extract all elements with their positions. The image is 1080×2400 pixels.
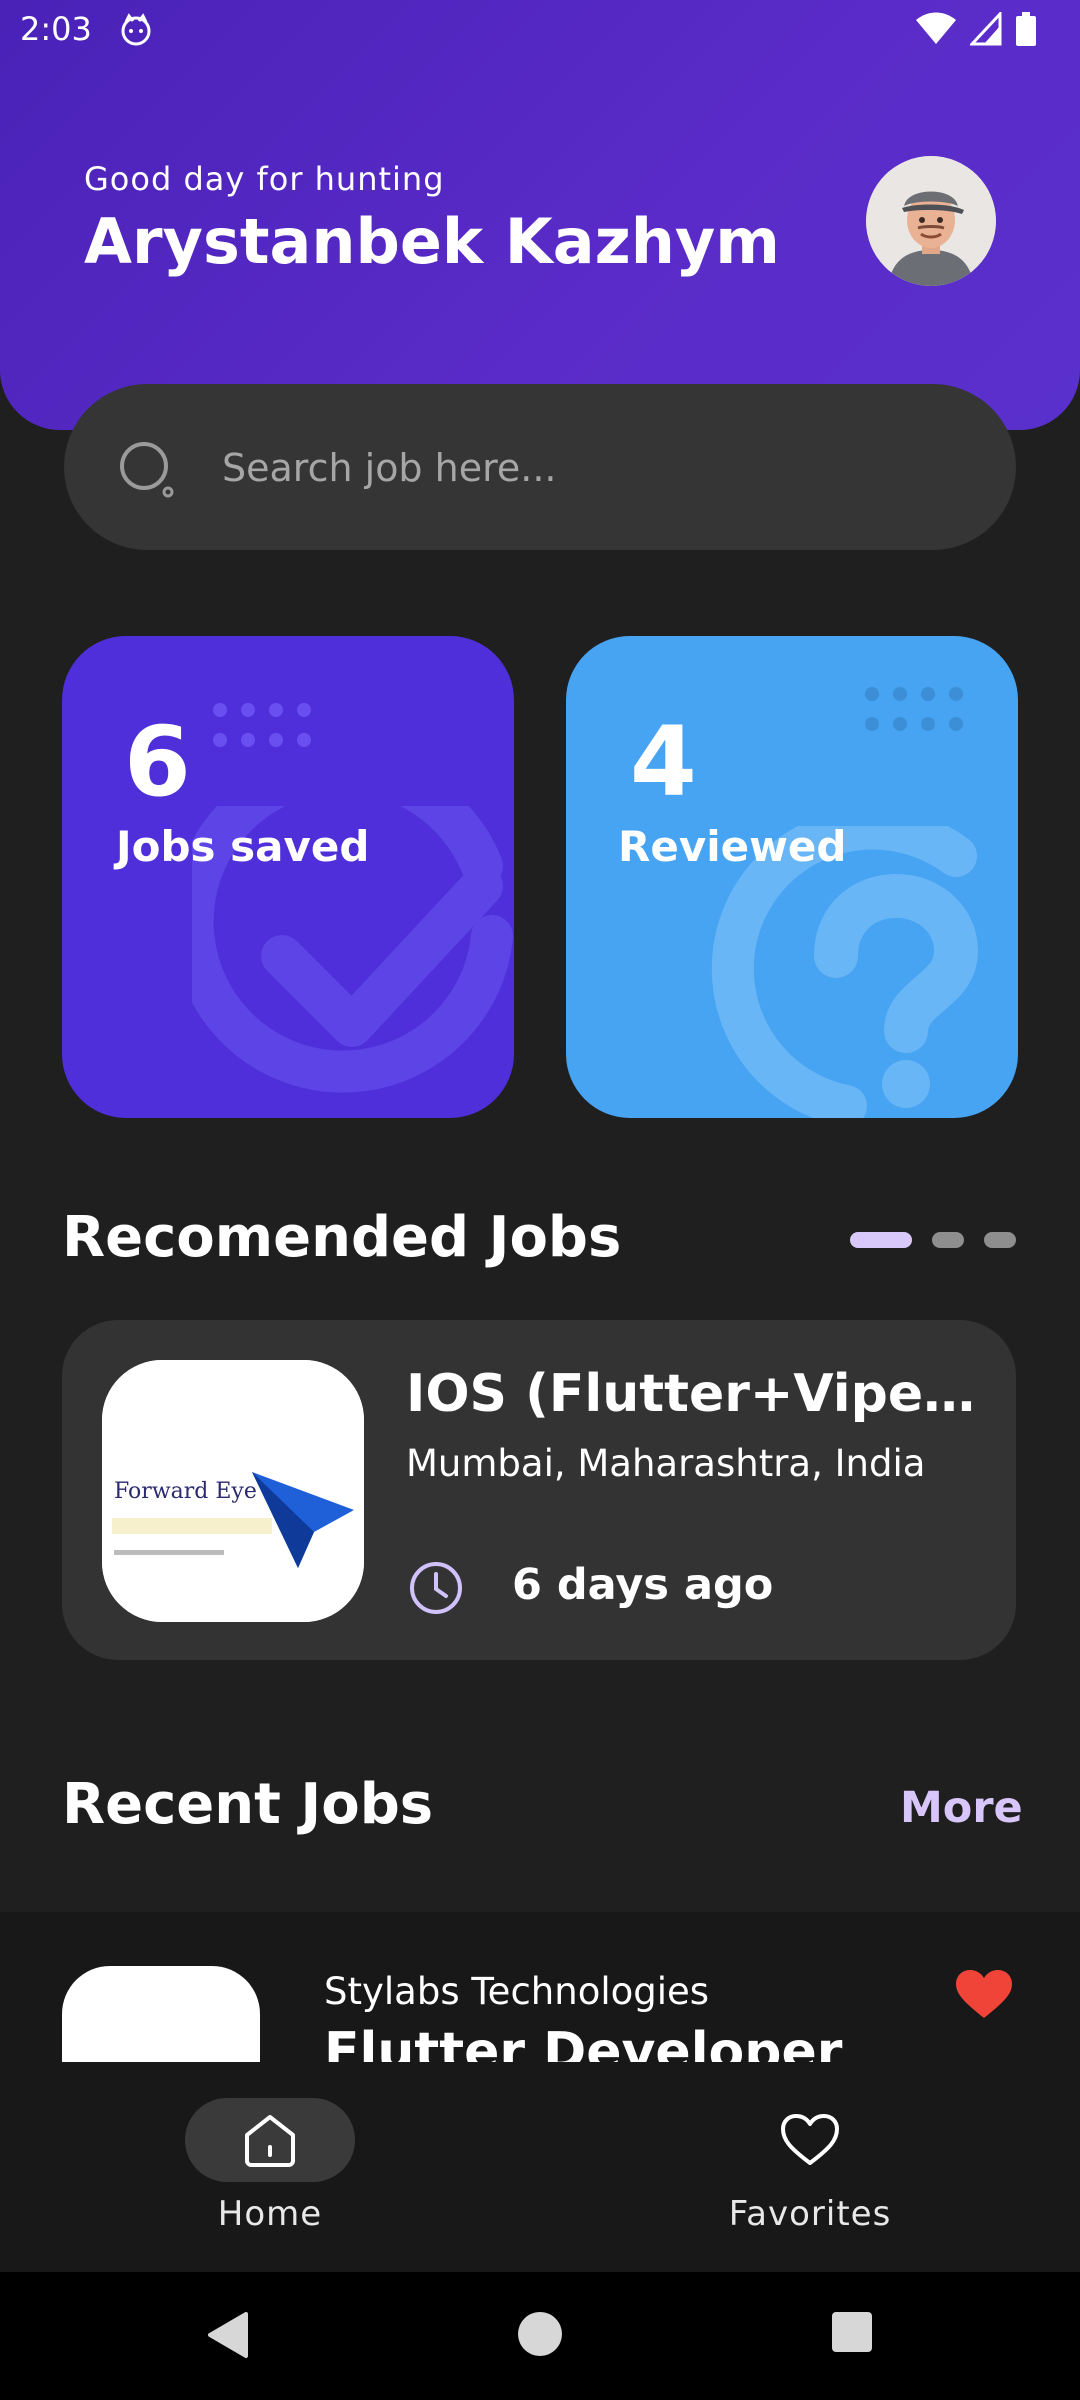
company-logo: Forward Eye xyxy=(102,1360,364,1622)
nav-active-indicator xyxy=(185,2098,355,2182)
recents-icon[interactable] xyxy=(830,2310,874,2354)
reviewed-label: Reviewed xyxy=(618,822,847,871)
clock-icon xyxy=(410,1562,462,1614)
reviewed-card[interactable]: 4 Reviewed xyxy=(566,636,1018,1118)
recommended-job-posted: 6 days ago xyxy=(512,1560,774,1610)
notification-icon xyxy=(121,13,151,46)
search-icon xyxy=(120,442,174,498)
user-name: Arystanbek Kazhym xyxy=(84,205,780,278)
nav-item-favorites[interactable]: Favorites xyxy=(720,2098,900,2234)
jobs-saved-label: Jobs saved xyxy=(116,822,370,871)
favorite-heart-icon[interactable] xyxy=(956,1970,1012,2020)
recommended-job-title: IOS (Flutter+Viper+Swift) xyxy=(406,1364,986,1424)
recent-job-company: Stylabs Technologies xyxy=(324,1970,710,2013)
header-banner: Good day for hunting Arystanbek Kazhym xyxy=(0,0,1080,430)
avatar-illustration xyxy=(866,156,996,286)
company-logo-image: Forward Eye xyxy=(102,1360,364,1622)
more-link[interactable]: More xyxy=(900,1783,1023,1833)
home-button-icon[interactable] xyxy=(516,2310,564,2358)
search-input[interactable] xyxy=(220,434,944,502)
status-bar: 2:03 xyxy=(0,0,1080,64)
status-time: 2:03 xyxy=(20,10,92,48)
recent-jobs-title: Recent Jobs xyxy=(62,1772,434,1837)
search-bar[interactable] xyxy=(64,384,1016,550)
back-icon[interactable] xyxy=(204,2310,250,2360)
recommended-job-location: Mumbai, Maharashtra, India xyxy=(406,1442,926,1485)
jobs-saved-card[interactable]: 6 Jobs saved xyxy=(62,636,514,1118)
bottom-navigation: Home Favorites xyxy=(0,2062,1080,2272)
home-icon xyxy=(245,2115,295,2167)
recommended-job-card[interactable]: Forward Eye IOS (Flutter+Viper+Swift) Mu… xyxy=(62,1320,1016,1660)
company-logo xyxy=(62,1966,260,2062)
nav-item-home[interactable]: Home xyxy=(184,2098,356,2234)
page-dot[interactable] xyxy=(984,1232,1016,1248)
page-indicator[interactable] xyxy=(850,1232,1016,1248)
system-navigation-bar xyxy=(0,2272,1080,2400)
wifi-icon xyxy=(916,12,956,44)
nav-label-home: Home xyxy=(217,2194,323,2234)
decorative-dots xyxy=(865,687,963,731)
nav-label-favorites: Favorites xyxy=(728,2194,892,2234)
jobs-saved-count: 6 xyxy=(124,706,191,818)
recommended-jobs-title: Recomended Jobs xyxy=(62,1205,622,1270)
heart-icon xyxy=(781,2114,839,2165)
page-dot-active[interactable] xyxy=(850,1232,912,1248)
avatar[interactable] xyxy=(866,156,996,286)
company-logo-text: Forward Eye xyxy=(114,1479,257,1504)
recent-job-card[interactable]: Stylabs Technologies Flutter Developer xyxy=(0,1912,1080,2062)
cellular-signal-icon xyxy=(970,12,1002,46)
decorative-dots xyxy=(213,703,311,747)
greeting-text: Good day for hunting xyxy=(84,160,445,198)
page-dot[interactable] xyxy=(932,1232,964,1248)
recent-job-title: Flutter Developer xyxy=(324,2022,843,2062)
reviewed-count: 4 xyxy=(630,706,697,818)
status-icons xyxy=(916,12,1036,46)
battery-icon xyxy=(1016,12,1036,46)
